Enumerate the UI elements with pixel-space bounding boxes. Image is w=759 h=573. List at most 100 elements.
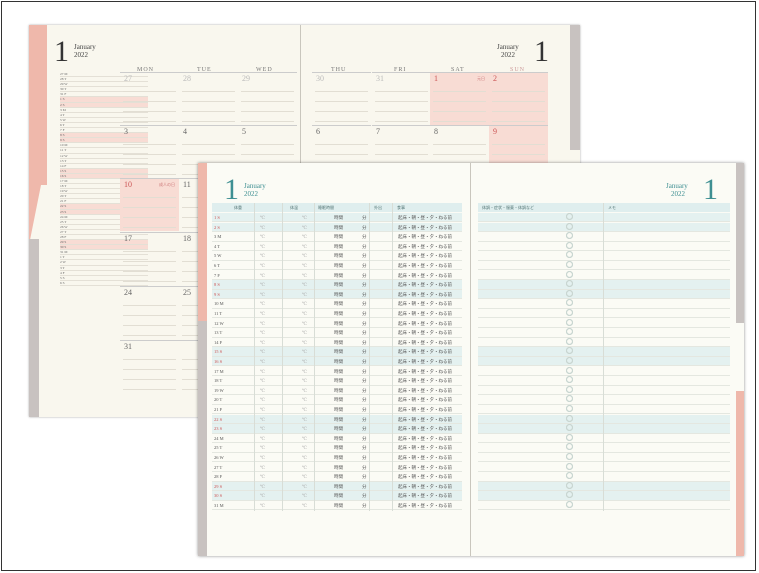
sleep-hours: 時間: [334, 311, 343, 316]
sleep-hours: 時間: [334, 272, 343, 278]
writing-line: [123, 164, 176, 165]
log-row-right: [478, 309, 730, 319]
mini-day-label: 19 W: [60, 189, 68, 194]
calendar-day-number: 18: [183, 234, 191, 243]
log-day-label: 23 S: [214, 426, 223, 432]
temp-unit: ℃: [260, 224, 266, 230]
sleep-minutes: 分: [362, 263, 367, 268]
temp-unit: ℃: [260, 483, 266, 489]
writing-line: [433, 121, 486, 122]
temp-unit: ℃: [260, 455, 266, 460]
mini-day-label: 2 W: [60, 260, 66, 265]
sleep-minutes: 分: [362, 234, 367, 240]
sleep-hours: 時間: [334, 503, 343, 508]
calendar-day-number: 30: [316, 74, 324, 83]
writing-line: [182, 111, 235, 112]
index-tab-pink-right: [736, 391, 744, 556]
sleep-hours: 時間: [334, 426, 343, 432]
mini-day-label: 4 T: [60, 112, 65, 117]
calendar-day-number: 24: [124, 288, 132, 297]
writing-line: [123, 217, 176, 218]
holiday-note: 元日: [477, 76, 485, 81]
sleep-minutes: 分: [362, 311, 367, 316]
sleep-minutes: 分: [362, 474, 367, 480]
mini-day-label: 29 W: [60, 82, 68, 87]
writing-line: [241, 111, 294, 112]
writing-line: [123, 101, 176, 102]
temp-unit: ℃: [260, 215, 266, 220]
sleep-hours: 時間: [334, 387, 343, 393]
log-row-right: [478, 270, 730, 280]
log-day-label: 18 T: [214, 378, 223, 384]
log-row-left: 18 T ℃ ℃ 時間 分 起床・朝・昼・夕・ねる前: [212, 376, 462, 386]
mini-day-label: 4 F: [60, 270, 65, 275]
sleep-hours: 時間: [334, 445, 343, 451]
log-row-right: [478, 347, 730, 357]
sleep-hours: 時間: [334, 455, 343, 460]
log-row-left: 16 S ℃ ℃ 時間 分 起床・朝・昼・夕・ねる前: [212, 357, 462, 367]
meal-checklist: 起床・朝・昼・夕・ねる前: [398, 330, 452, 336]
daily-year: 2022: [244, 190, 258, 198]
temp-unit: ℃: [302, 320, 308, 326]
log-day-label: 3 M: [214, 234, 222, 240]
log-row-right: [478, 289, 730, 300]
log-day-label: 12 W: [214, 320, 224, 326]
calendar-day-number: 3: [124, 127, 128, 136]
temp-unit: ℃: [260, 387, 266, 393]
meal-checklist: 起床・朝・昼・夕・ねる前: [398, 474, 452, 480]
sleep-minutes: 分: [362, 426, 367, 432]
mood-circle-icon: [566, 357, 573, 364]
mood-circle-icon: [566, 270, 573, 278]
mini-day-label: 27 M: [60, 72, 68, 76]
log-row-right: [478, 472, 730, 482]
temp-unit: ℃: [260, 339, 266, 345]
mini-day-label: 17 M: [60, 178, 68, 183]
temp-unit: ℃: [260, 397, 266, 403]
mood-circle-icon: [566, 472, 573, 480]
calendar-day-cell: 2: [489, 72, 548, 125]
column-divider: [369, 203, 370, 511]
sleep-hours: 時間: [334, 407, 343, 412]
mini-day-label: 14 F: [60, 163, 67, 168]
writing-line: [123, 271, 176, 272]
log-day-label: 20 T: [214, 397, 223, 403]
log-row-right: [478, 501, 730, 511]
log-row-left: 15 S ℃ ℃ 時間 分 起床・朝・昼・夕・ねる前: [212, 347, 462, 357]
temp-unit: ℃: [302, 234, 308, 240]
sleep-hours: 時間: [334, 339, 343, 345]
calendar-day-number: 6: [316, 127, 320, 136]
sleep-hours: 時間: [334, 483, 343, 489]
calendar-day-cell: 3: [120, 125, 179, 178]
writing-line: [433, 154, 486, 155]
log-row-left: 1 S ℃ ℃ 時間 分 起床・朝・昼・夕・ねる前: [212, 213, 462, 223]
column-divider: [314, 203, 315, 511]
log-row-right: [478, 443, 730, 453]
mini-day-label: 8 S: [60, 133, 65, 138]
meal-checklist: 起床・朝・昼・夕・ねる前: [398, 320, 452, 326]
calendar-day-cell: 17: [120, 232, 179, 285]
meal-checklist: 起床・朝・昼・夕・ねる前: [398, 291, 452, 297]
calendar-day-number: 28: [183, 74, 191, 83]
log-day-label: 19 W: [214, 387, 224, 393]
writing-line: [123, 261, 176, 262]
mini-day-label: 25 T: [60, 219, 67, 224]
log-row-right: [478, 328, 730, 338]
sleep-minutes: 分: [362, 493, 367, 499]
sleep-minutes: 分: [362, 349, 367, 355]
meal-checklist: 起床・朝・昼・夕・ねる前: [398, 397, 452, 403]
log-day-label: 10 M: [214, 301, 224, 307]
log-row-right: [478, 232, 730, 242]
temp-unit: ℃: [260, 320, 266, 326]
mini-day-label: 28 F: [60, 235, 67, 239]
temp-unit: ℃: [260, 253, 266, 259]
writing-line: [241, 101, 294, 102]
writing-line: [123, 174, 176, 175]
meal-checklist: 起床・朝・昼・夕・ねる前: [398, 272, 452, 278]
calendar-day-number: 11: [183, 180, 191, 189]
meal-checklist: 起床・朝・昼・夕・ねる前: [398, 378, 452, 384]
writing-line: [433, 101, 486, 102]
temp-unit: ℃: [260, 445, 266, 451]
mini-day-label: 5 S: [60, 275, 65, 280]
log-row-left: 30 S ℃ ℃ 時間 分 起床・朝・昼・夕・ねる前: [212, 491, 462, 501]
calendar-day-cell: 28: [179, 72, 238, 125]
